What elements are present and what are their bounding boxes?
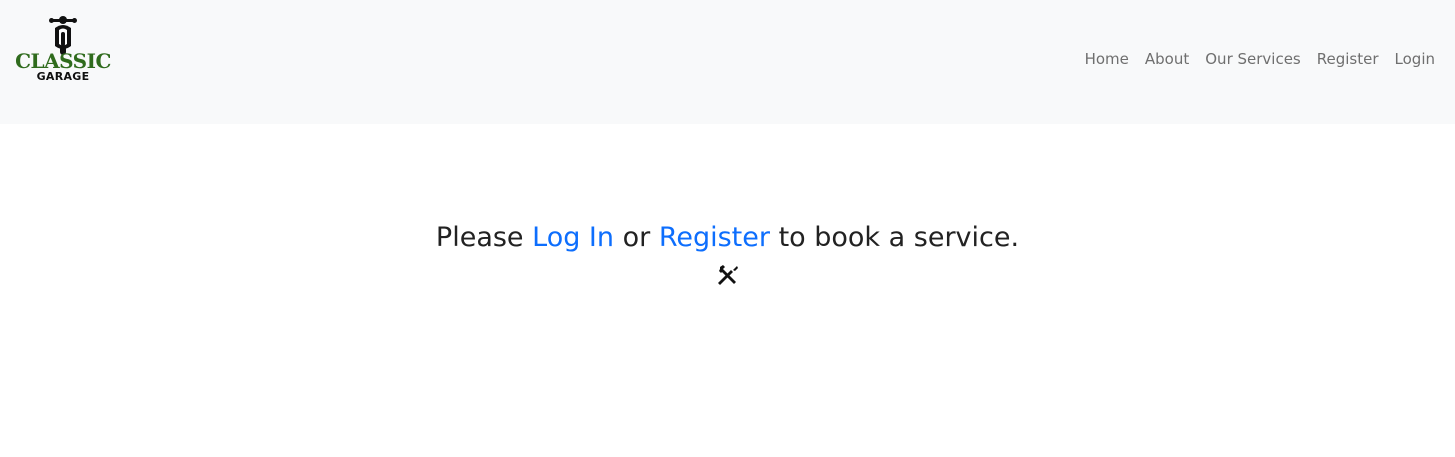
main-content: Please Log In or Register to book a serv… [0,218,1455,286]
navbar: CLASSIC GARAGE Home About Our Services R… [0,0,1455,124]
nav-link-about[interactable]: About [1137,48,1197,70]
register-link[interactable]: Register [659,222,770,253]
nav-link-register[interactable]: Register [1309,48,1387,70]
login-link[interactable]: Log In [532,222,614,253]
nav-link-our-services[interactable]: Our Services [1197,48,1309,70]
booking-prompt: Please Log In or Register to book a serv… [0,218,1455,258]
brand-subtitle: GARAGE [36,70,90,83]
prompt-prefix: Please [435,222,533,253]
main-nav: Home About Our Services Register Login [1077,48,1443,70]
brand-logo[interactable]: CLASSIC GARAGE [10,16,116,86]
nav-link-login[interactable]: Login [1387,48,1443,70]
tools-icon [717,265,738,285]
nav-link-home[interactable]: Home [1077,48,1137,70]
brand-title: CLASSIC [15,49,111,73]
prompt-suffix: to book a service. [769,222,1020,253]
prompt-middle: or [614,222,659,253]
